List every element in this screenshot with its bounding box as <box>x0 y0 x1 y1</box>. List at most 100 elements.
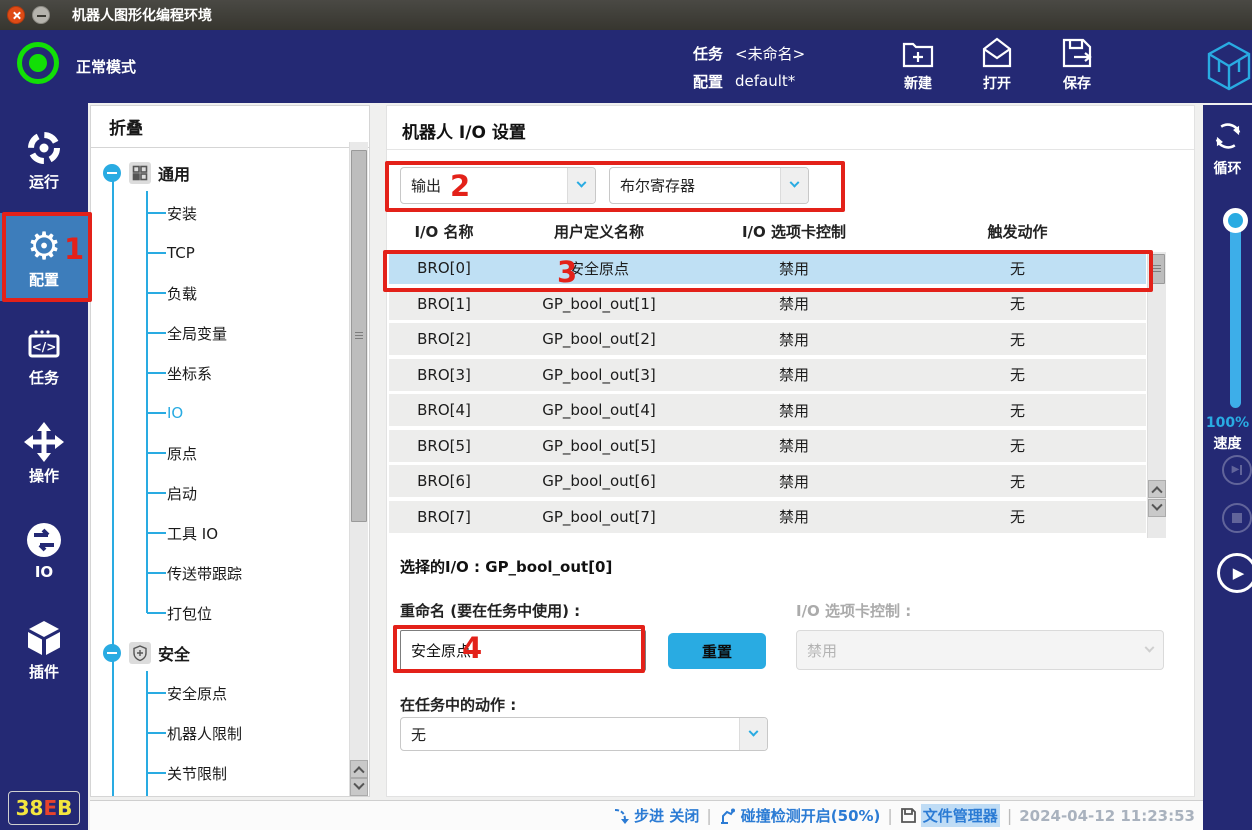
task-config-block: 任务 <未命名> 配置 default* <box>693 39 805 95</box>
play-button[interactable]: ▶ <box>1217 553 1252 593</box>
shield-plus-icon <box>129 642 151 664</box>
step-arrow-icon <box>612 807 630 825</box>
collapse-minus-icon[interactable] <box>103 164 121 182</box>
tree-item[interactable]: 启动 <box>91 475 345 511</box>
tree-item-safety[interactable]: 安全 <box>91 635 345 671</box>
svg-text:</>: </> <box>32 340 57 354</box>
table-row[interactable]: BRO[4]GP_bool_out[4] 禁用无 <box>389 394 1146 426</box>
open-button[interactable]: 打开 <box>966 35 1028 93</box>
tree-item-general[interactable]: 通用 <box>91 155 345 191</box>
tree-item-io[interactable]: IO <box>91 395 345 431</box>
table-row[interactable]: BRO[3]GP_bool_out[3] 禁用无 <box>389 359 1146 391</box>
col-io-name: I/O 名称 <box>389 221 499 242</box>
table-row[interactable]: BRO[1]GP_bool_out[1] 禁用无 <box>389 288 1146 320</box>
status-badge: 38EB <box>8 791 80 825</box>
selected-io-label: 选择的I/O : GP_bool_out[0] <box>400 556 612 577</box>
tree-item[interactable]: 坐标系 <box>91 355 345 391</box>
tree-item[interactable]: 传送带跟踪 <box>91 555 345 591</box>
table-scrollbar[interactable] <box>1147 252 1166 538</box>
file-manager-icon <box>900 807 917 824</box>
table-row[interactable]: BRO[6]GP_bool_out[6] 禁用无 <box>389 465 1146 497</box>
minimize-icon[interactable] <box>32 6 50 24</box>
loop-control[interactable]: 循环 <box>1203 119 1252 178</box>
status-bar: 步进 关闭 | 碰撞检测开启(50%) | 文件管理器 | 2024-04-12… <box>90 800 1203 830</box>
open-envelope-icon <box>966 35 1028 71</box>
speed-label: 速度 <box>1203 433 1252 453</box>
rename-label: 重命名 (要在任务中使用) : <box>400 600 580 621</box>
panel-title: 机器人 I/O 设置 <box>402 118 526 143</box>
stop-button[interactable] <box>1222 503 1252 533</box>
tree-item[interactable]: 机器人限制 <box>91 715 345 751</box>
save-button[interactable]: 保存 <box>1046 35 1108 93</box>
mode-indicator-icon <box>17 42 59 84</box>
window-title: 机器人图形化编程环境 <box>72 5 212 25</box>
direction-dropdown[interactable]: 输出 <box>400 167 596 204</box>
grid-icon <box>129 162 151 184</box>
play-icon: ▶ <box>1233 566 1245 581</box>
sidebar-item-io[interactable]: IO <box>0 507 88 595</box>
left-sidebar: 运行 ⚙ 配置 </> 任务 <box>0 103 88 830</box>
collision-robot-icon <box>719 807 737 825</box>
table-row[interactable]: BRO[5]GP_bool_out[5] 禁用无 <box>389 430 1146 462</box>
target-icon <box>0 115 88 171</box>
stop-icon <box>1232 513 1242 523</box>
tree-item[interactable]: TCP <box>91 235 345 271</box>
step-mode-status[interactable]: 步进 关闭 <box>612 805 699 826</box>
tree-scroll-up-button[interactable] <box>350 760 368 778</box>
speed-slider-track[interactable] <box>1230 213 1241 408</box>
collapse-minus-icon[interactable] <box>103 644 121 662</box>
task-action-label: 在任务中的动作 : <box>400 694 516 715</box>
tree-item[interactable]: 安全原点 <box>91 675 345 711</box>
tree-item[interactable]: 负载 <box>91 275 345 311</box>
skip-icon: ▶ <box>1232 465 1243 475</box>
tree-scroll-down-button[interactable] <box>350 778 368 796</box>
collision-detect-status[interactable]: 碰撞检测开启(50%) <box>719 805 881 826</box>
config-label: 配置 <box>693 71 723 92</box>
tree-item[interactable]: 打包位 <box>91 595 345 631</box>
cube-icon <box>0 605 88 661</box>
collapse-header[interactable]: 折叠 <box>91 106 369 148</box>
tree-item[interactable]: 原点 <box>91 435 345 471</box>
tree-item[interactable]: 全局变量 <box>91 315 345 351</box>
tree-scrollbar-handle[interactable] <box>351 150 367 522</box>
chevron-down-icon[interactable] <box>739 718 767 750</box>
code-window-icon: </> <box>0 311 88 367</box>
tree-item[interactable]: 安装 <box>91 195 345 231</box>
task-label: 任务 <box>693 43 723 64</box>
io-tab-control-label: I/O 选项卡控制 : <box>796 600 911 621</box>
reset-button[interactable]: 重置 <box>668 633 766 669</box>
tree-scrollbar[interactable] <box>349 142 368 796</box>
sidebar-item-operate[interactable]: 操作 <box>0 409 88 497</box>
io-settings-panel: 机器人 I/O 设置 输出 布尔寄存器 I/O 名称 用户定义名称 I/O 选项… <box>386 105 1195 797</box>
file-manager-button[interactable]: 文件管理器 <box>900 804 1000 827</box>
table-scrollbar-handle[interactable] <box>1149 254 1165 284</box>
sidebar-item-run[interactable]: 运行 <box>0 115 88 203</box>
io-table-header: I/O 名称 用户定义名称 I/O 选项卡控制 触发动作 <box>389 221 1146 242</box>
task-action-dropdown[interactable]: 无 <box>400 717 768 751</box>
sidebar-item-plugin[interactable]: 插件 <box>0 605 88 693</box>
table-row[interactable]: BRO[2]GP_bool_out[2] 禁用无 <box>389 323 1146 355</box>
new-button[interactable]: 新建 <box>887 35 949 93</box>
register-type-dropdown[interactable]: 布尔寄存器 <box>609 167 809 204</box>
config-value: default* <box>735 72 795 90</box>
tree-item[interactable]: 关节限制 <box>91 755 345 791</box>
chevron-down-icon[interactable] <box>567 168 595 203</box>
col-custom-name: 用户定义名称 <box>499 221 699 242</box>
col-tab-control: I/O 选项卡控制 <box>699 221 889 242</box>
chevron-down-icon[interactable] <box>780 168 808 203</box>
move-arrows-icon <box>0 409 88 465</box>
rename-input[interactable] <box>400 630 646 671</box>
step-forward-button[interactable]: ▶ <box>1222 455 1252 485</box>
sidebar-item-config[interactable]: ⚙ 配置 <box>0 213 88 301</box>
mode-label: 正常模式 <box>76 56 136 77</box>
table-scroll-up-button[interactable] <box>1148 480 1166 498</box>
table-scroll-down-button[interactable] <box>1148 499 1166 517</box>
speed-slider-handle[interactable] <box>1223 208 1248 233</box>
close-icon[interactable] <box>7 6 25 24</box>
speed-percent: 100% <box>1203 415 1252 431</box>
table-row[interactable]: BRO[7]GP_bool_out[7] 禁用无 <box>389 501 1146 533</box>
gear-icon: ⚙ <box>0 213 88 269</box>
table-row-bro0[interactable]: BRO[0]安全原点 禁用无 <box>389 252 1146 284</box>
sidebar-item-task[interactable]: </> 任务 <box>0 311 88 399</box>
tree-item[interactable]: 工具 IO <box>91 515 345 551</box>
